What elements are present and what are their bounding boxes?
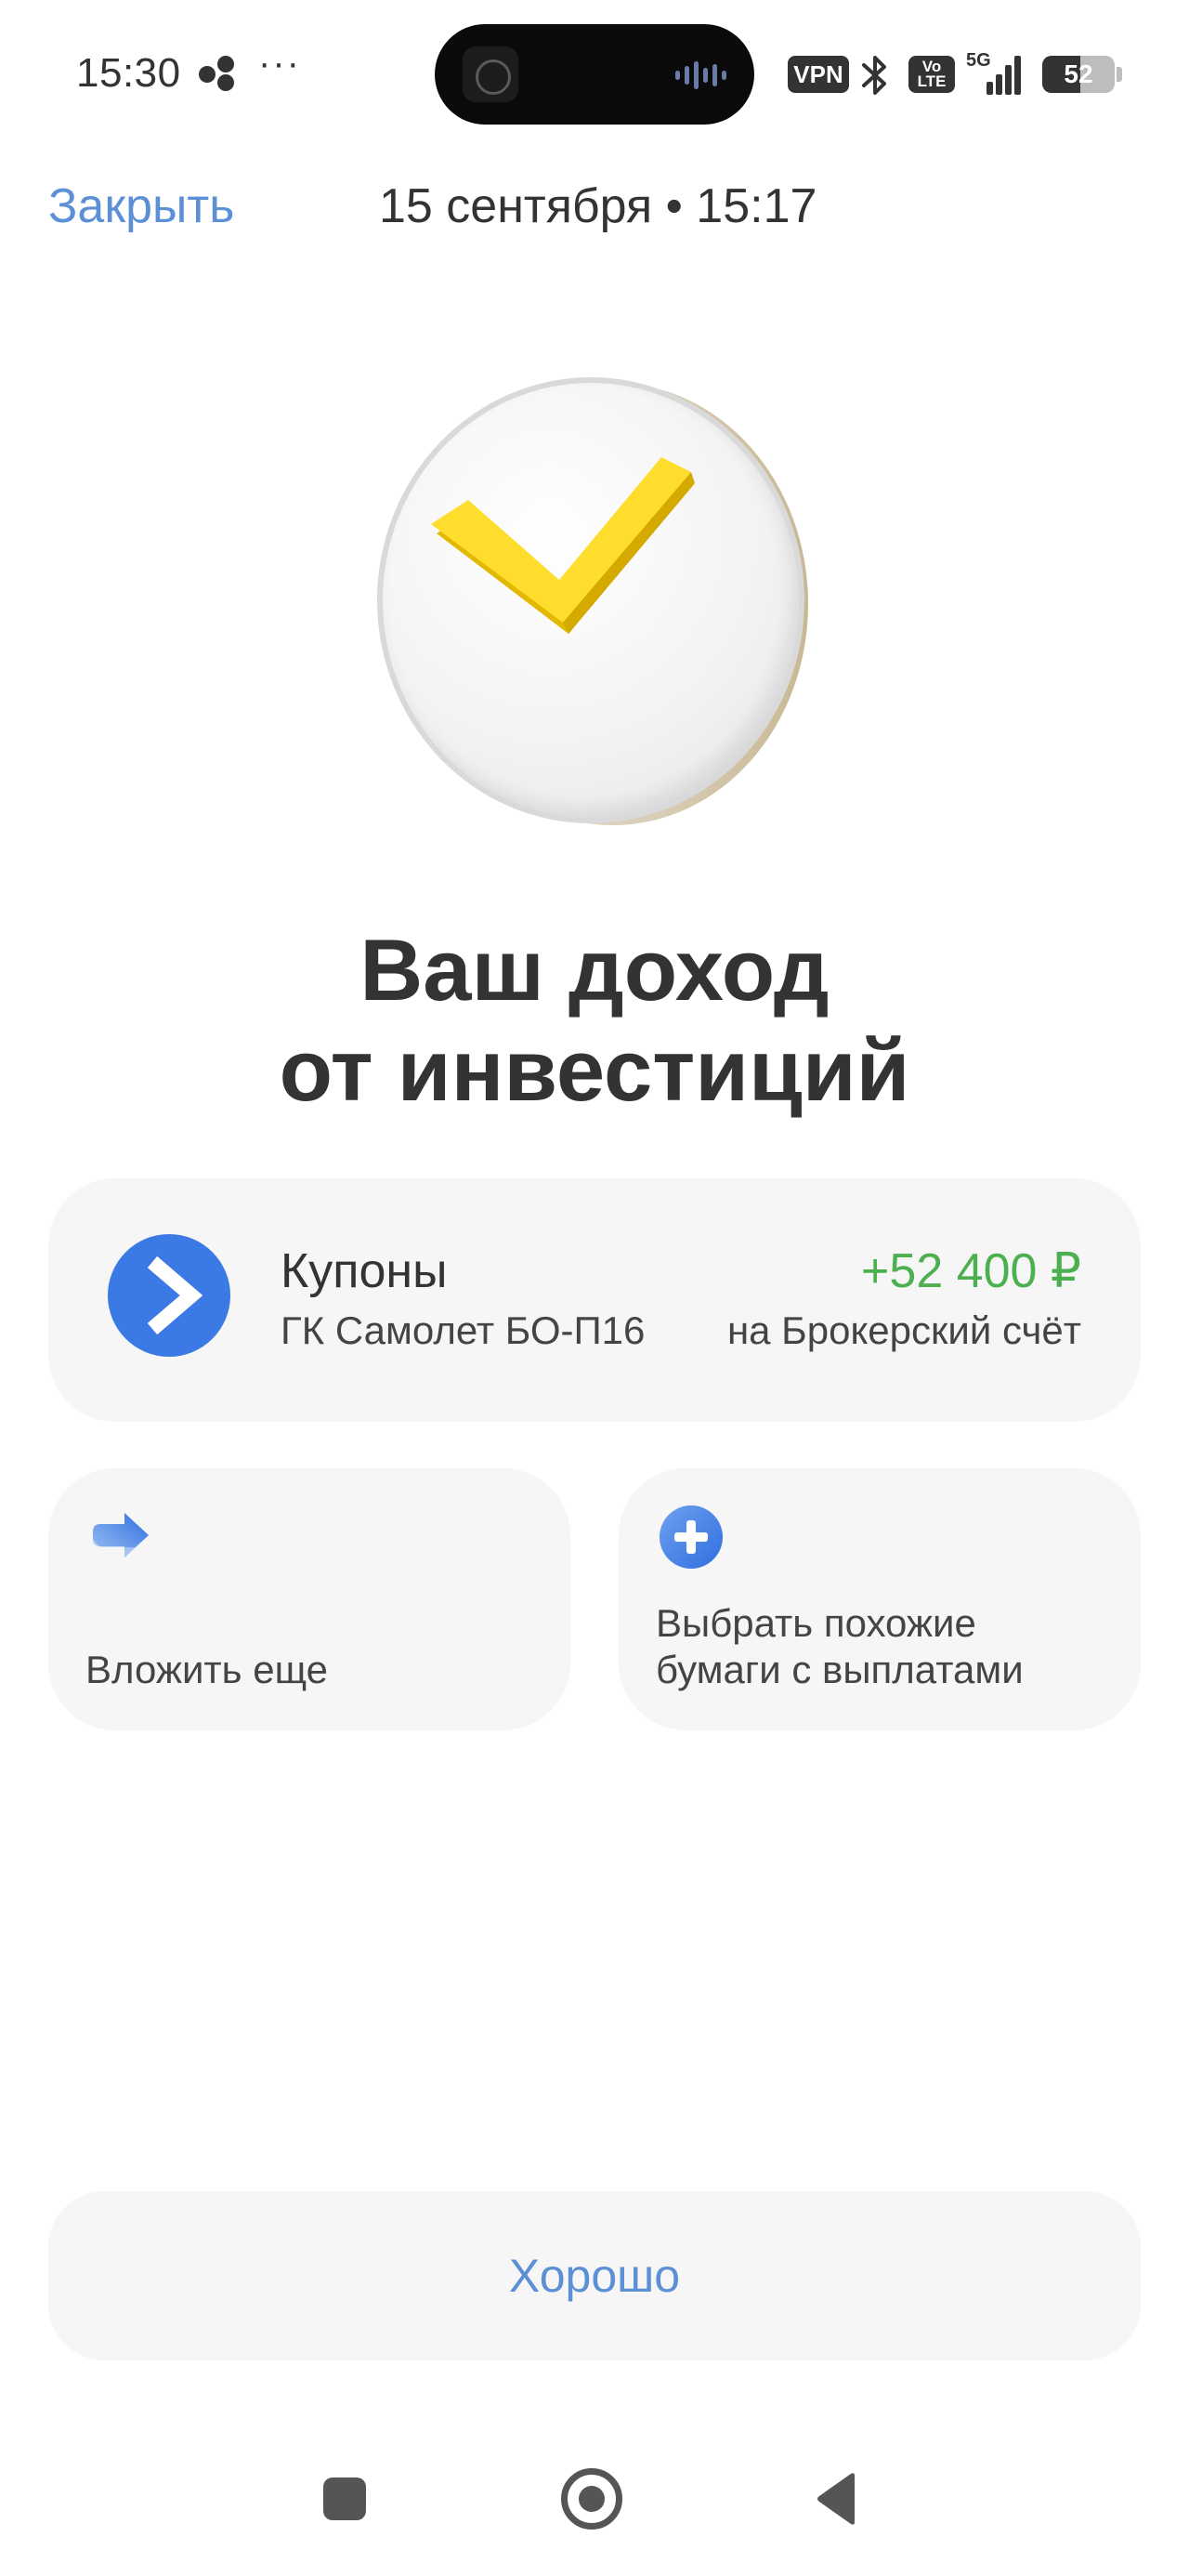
invest-more-button[interactable]: Вложить еще: [48, 1468, 570, 1730]
choose-similar-line-1: Выбрать похожие: [656, 1601, 976, 1645]
coupon-title: Купоны: [281, 1244, 448, 1298]
bluetooth-icon: [862, 56, 886, 95]
home-icon[interactable]: [561, 2468, 622, 2530]
ok-button[interactable]: Хорошо: [48, 2191, 1141, 2360]
camera-icon: [463, 46, 518, 102]
operation-date: 15 сентября • 15:17: [379, 179, 817, 233]
volte-badge: Vo LTE: [908, 56, 955, 93]
app-dots-icon: [199, 56, 242, 93]
status-more: ···: [258, 43, 301, 84]
dynamic-island: [435, 24, 754, 125]
status-time: 15:30: [76, 50, 181, 96]
share-arrow-icon: [93, 1513, 149, 1557]
signal-icon: 5G: [966, 50, 1027, 97]
page-title: Ваш доход от инвестиций: [0, 920, 1189, 1121]
invest-more-text: Вложить еще: [85, 1648, 329, 1691]
choose-similar-line-2: бумаги с выплатами: [656, 1648, 1024, 1691]
choose-similar-label: Выбрать похожие бумаги с выплатами: [656, 1600, 1024, 1693]
coupon-destination: на Брокерский счёт: [726, 1308, 1081, 1352]
coupon-amount: +52 400 ₽: [861, 1244, 1081, 1298]
check-mark: [431, 457, 695, 634]
title-line-1: Ваш доход: [359, 921, 830, 1019]
invest-more-label: Вложить еще: [85, 1647, 328, 1693]
close-button[interactable]: Закрыть: [48, 178, 234, 234]
vpn-badge: VPN: [788, 56, 849, 93]
checkmark-coin-icon: [364, 368, 829, 833]
coupon-card[interactable]: Купоны ГК Самолет БО-П16 +52 400 ₽ на Бр…: [48, 1178, 1141, 1422]
battery-cap: [1117, 67, 1122, 82]
plus-circle-icon: [660, 1505, 723, 1569]
audio-wave-icon: [675, 61, 726, 89]
recents-icon[interactable]: [323, 2477, 366, 2520]
title-line-2: от инвестиций: [279, 1021, 910, 1119]
battery-icon: 52: [1042, 56, 1115, 93]
back-icon[interactable]: [814, 2472, 860, 2526]
choose-similar-bonds-button[interactable]: Выбрать похожие бумаги с выплатами: [619, 1468, 1141, 1730]
coupon-bond-name: ГК Самолет БО-П16: [281, 1308, 646, 1352]
samolet-logo-icon: [108, 1234, 230, 1357]
battery-level: 52: [1064, 59, 1093, 88]
status-bar: 15:30 ··· VPN Vo LTE 5G 52: [0, 0, 1189, 149]
